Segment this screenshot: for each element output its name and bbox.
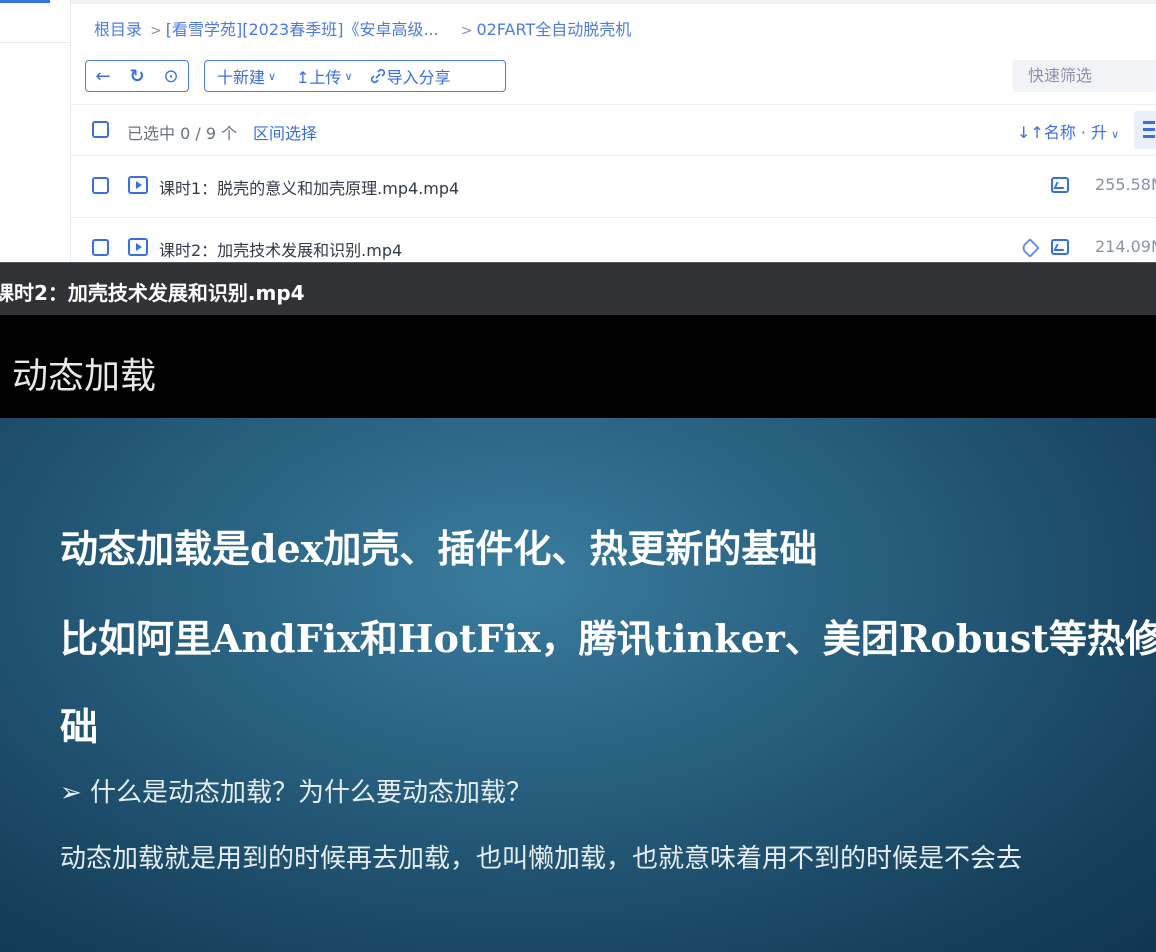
breadcrumb: 根目录 > [看雪学苑][2023春季班]《安卓高级... >02FART全自动脱壳机 bbox=[94, 16, 631, 40]
file-size: 255.58M bbox=[1095, 175, 1156, 194]
sort-button[interactable]: ↓↑名称 · 升 ∨ bbox=[1017, 119, 1119, 143]
list-view-icon-line bbox=[1143, 128, 1155, 131]
list-header: 已选中 0 / 9 个 区间选择 ↓↑名称 · 升 ∨ bbox=[70, 104, 1156, 156]
preview-image-icon[interactable] bbox=[1051, 239, 1069, 255]
link-icon bbox=[370, 68, 385, 84]
quick-filter-input[interactable]: 快速筛选 bbox=[1012, 60, 1156, 92]
file-checkbox[interactable] bbox=[92, 177, 109, 194]
chevron-down-icon: ∨ bbox=[344, 69, 353, 83]
action-button-group: 十新建 ∨ ↥上传 ∨ 导入分享 bbox=[204, 60, 506, 92]
slide-bullet: ➢ 什么是动态加载？为什么要动态加载？ bbox=[60, 778, 533, 808]
nav-button-group: ← ↻ ⊙ bbox=[85, 60, 189, 92]
select-all-checkbox[interactable] bbox=[92, 121, 109, 138]
file-checkbox[interactable] bbox=[92, 239, 109, 256]
breadcrumb-current[interactable]: 02FART全自动脱壳机 bbox=[476, 20, 631, 39]
slide-line: 比如阿里AndFix和HotFix，腾讯tinker、美团Robust等热修 bbox=[60, 616, 1156, 661]
video-file-icon bbox=[128, 176, 148, 194]
video-slide[interactable]: 动态加载是dex加壳、插件化、热更新的基础 比如阿里AndFix和HotFix，… bbox=[0, 418, 1156, 952]
slide-line: 动态加载就是用到的时候再去加载，也叫懒加载，也就意味着用不到的时候是不会去 bbox=[60, 844, 1023, 874]
player-title: 课时2：加壳技术发展和识别.mp4 bbox=[0, 281, 305, 305]
upload-button[interactable]: ↥上传 ∨ bbox=[296, 64, 352, 88]
breadcrumb-root[interactable]: 根目录 bbox=[94, 20, 142, 39]
preview-image-icon[interactable] bbox=[1051, 177, 1069, 193]
file-name[interactable]: 课时1：脱壳的意义和加壳原理.mp4.mp4 bbox=[159, 175, 459, 199]
breadcrumb-separator-icon: > bbox=[460, 23, 473, 39]
top-divider bbox=[70, 0, 1156, 4]
slide-line: 动态加载是dex加壳、插件化、热更新的基础 bbox=[60, 526, 818, 571]
tag-icon[interactable] bbox=[1020, 238, 1040, 258]
breadcrumb-separator-icon: > bbox=[150, 23, 162, 39]
sidebar-divider bbox=[0, 42, 70, 43]
locate-icon[interactable]: ⊙ bbox=[163, 66, 178, 87]
sidebar-selected-indicator bbox=[0, 0, 50, 3]
video-header-band: 动态加载 bbox=[0, 315, 1156, 418]
new-label: 十新建 bbox=[217, 68, 266, 87]
chevron-down-icon: ∨ bbox=[268, 69, 277, 83]
player-title-bar[interactable]: 课时2：加壳技术发展和识别.mp4 bbox=[0, 262, 1156, 316]
new-button[interactable]: 十新建 ∨ bbox=[217, 64, 276, 88]
video-player-window: 课时2：加壳技术发展和识别.mp4 动态加载 动态加载是dex加壳、插件化、热更… bbox=[0, 262, 1156, 952]
file-size: 214.09M bbox=[1095, 237, 1156, 256]
file-name[interactable]: 课时2：加壳技术发展和识别.mp4 bbox=[159, 237, 402, 261]
range-select-link[interactable]: 区间选择 bbox=[253, 120, 317, 144]
selected-count: 已选中 0 / 9 个 bbox=[127, 124, 238, 143]
chevron-down-icon: ∨ bbox=[1111, 128, 1120, 141]
back-icon[interactable]: ← bbox=[95, 66, 110, 87]
import-share-label: 导入分享 bbox=[386, 68, 451, 87]
breadcrumb-folder[interactable]: [看雪学苑][2023春季班]《安卓高级... bbox=[166, 20, 439, 39]
video-heading: 动态加载 bbox=[12, 356, 157, 397]
video-file-icon bbox=[128, 238, 148, 256]
list-view-icon-line bbox=[1143, 135, 1155, 138]
list-view-icon bbox=[1143, 121, 1155, 124]
sort-label: ↓↑名称 · 升 bbox=[1017, 123, 1108, 142]
slide-line: 础 bbox=[60, 704, 99, 749]
sidebar bbox=[0, 0, 71, 262]
file-row[interactable]: 课时1：脱壳的意义和加壳原理.mp4.mp4 255.58M bbox=[70, 155, 1156, 218]
refresh-icon[interactable]: ↻ bbox=[129, 66, 144, 87]
list-view-toggle[interactable] bbox=[1134, 111, 1156, 149]
upload-label: ↥上传 bbox=[296, 68, 342, 87]
import-share-button[interactable]: 导入分享 bbox=[369, 64, 451, 88]
